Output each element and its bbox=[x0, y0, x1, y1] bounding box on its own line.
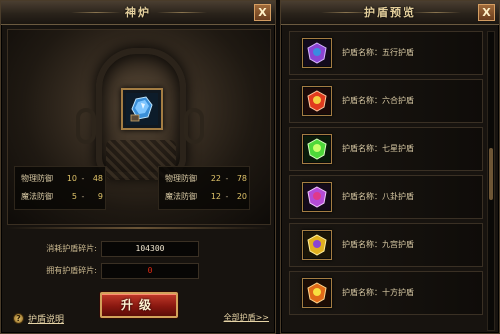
shield-name: 护盾名称：十方护盾 bbox=[342, 288, 414, 297]
shield-help-label: 护盾说明 bbox=[28, 315, 65, 325]
shield-name: 护盾名称：六合护盾 bbox=[342, 96, 414, 105]
furnace-close-button[interactable]: X bbox=[254, 4, 271, 21]
preview-panel-title: 护盾预览 bbox=[364, 6, 416, 19]
fire-shield-icon bbox=[304, 280, 330, 306]
gold-shield-icon bbox=[304, 232, 330, 258]
furnace-panel: 神炉 X 物理防御 10-48 魔法防御 5-9 物理防御 22 - 78 魔法… bbox=[0, 0, 276, 334]
section-divider bbox=[7, 227, 269, 229]
preview-close-button[interactable]: X bbox=[478, 4, 495, 21]
help-icon: ? bbox=[13, 313, 24, 324]
shield-name: 护盾名称：五行护盾 bbox=[342, 48, 414, 57]
shield-list-item[interactable]: 护盾名称：十方护盾 bbox=[289, 271, 483, 315]
fragments-cost-value: 104300 bbox=[101, 241, 199, 257]
furnace-handle-left bbox=[76, 108, 96, 144]
shield-list-item[interactable]: 护盾名称：九宫护盾 bbox=[289, 223, 483, 267]
stat-max: 9 bbox=[97, 192, 103, 201]
stat-max: 78 bbox=[236, 174, 247, 183]
current-physical-defense-row: 物理防御 10-48 bbox=[21, 173, 103, 185]
current-stats-box: 物理防御 10-48 魔法防御 5- 9 bbox=[14, 166, 106, 210]
shield-list-item[interactable]: 护盾名称：七星护盾 bbox=[289, 127, 483, 171]
upgrade-button[interactable]: 升级 bbox=[100, 292, 178, 318]
shield-name: 护盾名称：八卦护盾 bbox=[342, 192, 414, 201]
fragments-owned-value: 0 bbox=[101, 263, 199, 279]
stat-min: 12 bbox=[210, 192, 221, 201]
fragments-owned-label: 拥有护盾碎片: bbox=[46, 266, 97, 275]
red-shield-icon bbox=[304, 88, 330, 114]
blue-crystal-shield-icon bbox=[126, 93, 158, 125]
shield-preview-panel: 护盾预览 X 护盾名称：五行护盾 护盾名称：六合护盾 护盾名称：七星护盾 护盾名… bbox=[280, 0, 500, 334]
stat-name: 物理防御 bbox=[21, 174, 53, 183]
purple-shield-icon bbox=[304, 40, 330, 66]
next-stats-box: 物理防御 22-78 魔法防御 12-20 bbox=[158, 166, 250, 210]
violet-shield-icon bbox=[304, 184, 330, 210]
shield-preview-list[interactable]: 护盾名称：五行护盾 护盾名称：六合护盾 护盾名称：七星护盾 护盾名称：八卦护盾 … bbox=[289, 31, 483, 334]
next-magic-defense-row: 魔法防御 12-20 bbox=[165, 191, 247, 203]
stat-dash: - bbox=[81, 174, 85, 183]
stat-min: 5 bbox=[71, 192, 77, 201]
stat-min: 22 bbox=[210, 174, 221, 183]
shield-name: 护盾名称：九宫护盾 bbox=[342, 240, 414, 249]
stat-max: 48 bbox=[92, 174, 103, 183]
furnace-artwork: 物理防御 10-48 魔法防御 5-9 物理防御 22-78 魔法防御 12-20 bbox=[7, 29, 271, 225]
stat-dash: - bbox=[225, 192, 229, 201]
furnace-title-bar: 神炉 X bbox=[1, 1, 275, 25]
shield-icon-frame bbox=[302, 86, 332, 116]
shield-icon-frame bbox=[302, 182, 332, 212]
stat-max: 20 bbox=[236, 192, 247, 201]
scroll-thumb[interactable] bbox=[489, 148, 493, 200]
stat-min: 10 bbox=[66, 174, 77, 183]
stat-dash: - bbox=[225, 174, 229, 183]
shield-list-item[interactable]: 护盾名称：五行护盾 bbox=[289, 31, 483, 75]
shield-icon-frame bbox=[302, 38, 332, 68]
shield-list-item[interactable]: 护盾名称：八卦护盾 bbox=[289, 175, 483, 219]
stat-dash: - bbox=[81, 192, 85, 201]
shield-icon-frame bbox=[302, 134, 332, 164]
next-physical-defense-row: 物理防御 22-78 bbox=[165, 173, 247, 185]
stat-name: 魔法防御 bbox=[21, 192, 53, 201]
shield-icon-frame bbox=[302, 278, 332, 308]
shield-icon-frame bbox=[302, 230, 332, 260]
stat-name: 物理防御 bbox=[165, 174, 197, 183]
shield-item-slot[interactable] bbox=[121, 88, 163, 130]
preview-title-bar: 护盾预览 X bbox=[281, 1, 499, 25]
list-scrollbar[interactable] bbox=[487, 31, 495, 331]
all-shields-link[interactable]: 全部护盾>> bbox=[224, 312, 269, 323]
fragments-cost-label: 消耗护盾碎片: bbox=[46, 244, 97, 253]
shield-list-item[interactable]: 护盾名称：六合护盾 bbox=[289, 79, 483, 123]
furnace-handle-right bbox=[184, 108, 204, 144]
current-magic-defense-row: 魔法防御 5- 9 bbox=[21, 191, 103, 203]
stat-name: 魔法防御 bbox=[165, 192, 197, 201]
furnace-panel-title: 神炉 bbox=[125, 6, 151, 19]
green-shield-icon bbox=[304, 136, 330, 162]
shield-name: 护盾名称：七星护盾 bbox=[342, 144, 414, 153]
